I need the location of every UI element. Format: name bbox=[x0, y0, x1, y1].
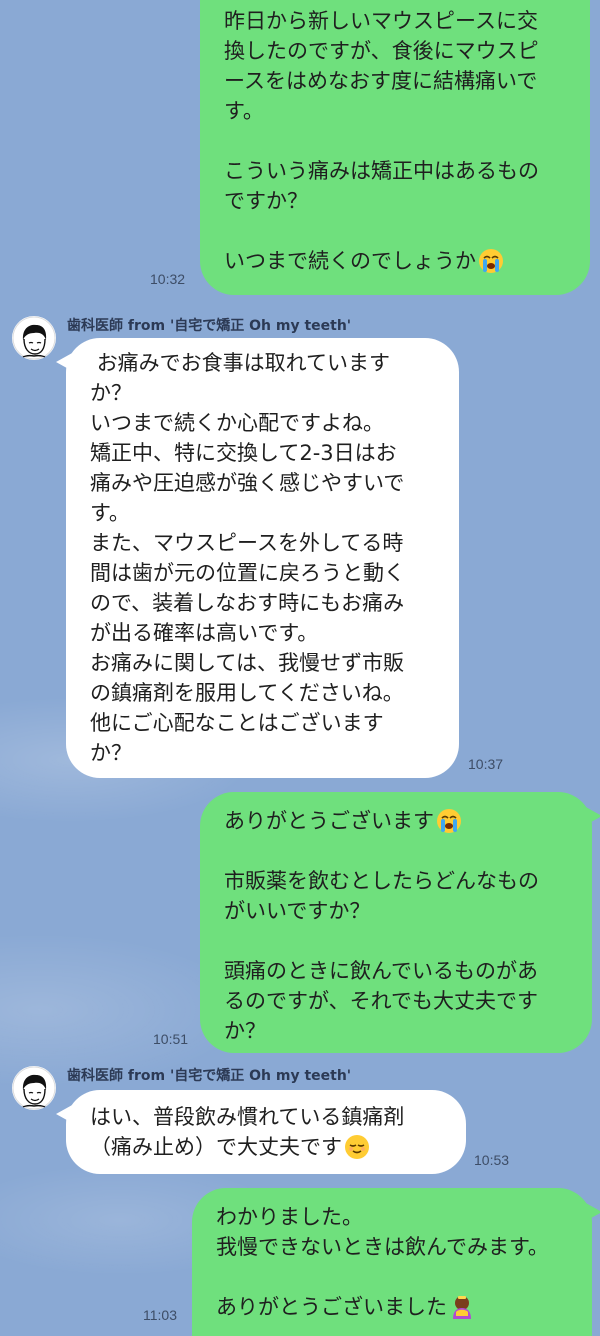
bubble-tail bbox=[584, 806, 600, 826]
message-timestamp: 11:03 bbox=[143, 1307, 177, 1323]
loudly-crying-face-emoji bbox=[437, 809, 461, 833]
sender-name: 歯科医師 from '自宅で矯正 Oh my teeth' bbox=[67, 1068, 352, 1084]
message-timestamp: 10:53 bbox=[474, 1152, 510, 1168]
relieved-face-emoji bbox=[345, 1135, 369, 1159]
outgoing-message-bubble[interactable]: 昨日から新しいマウスピースに交 換したのですが、食後にマウスピ ースをはめなおす… bbox=[200, 0, 590, 295]
avatar-illustration bbox=[12, 316, 56, 360]
message-text: 昨日から新しいマウスピースに交 換したのですが、食後にマウスピ ースをはめなおす… bbox=[224, 9, 539, 273]
dentist-avatar[interactable] bbox=[12, 316, 56, 360]
bubble-tail bbox=[56, 352, 74, 372]
dentist-avatar[interactable] bbox=[12, 1066, 56, 1110]
message-text-continued: 市販薬を飲むとしたらどんなもの がいいですか？ 頭痛のときに飲んでいるものがあ … bbox=[224, 869, 539, 1043]
message-timestamp: 10:51 bbox=[153, 1031, 189, 1047]
message-text: ありがとうございます bbox=[224, 809, 434, 833]
message-timestamp: 10:37 bbox=[468, 756, 504, 772]
bubble-tail bbox=[56, 1104, 74, 1124]
outgoing-message-bubble[interactable]: わかりました。 我慢できないときは飲んでみます。 ありがとうございました bbox=[192, 1188, 600, 1336]
message-timestamp: 10:32 bbox=[150, 271, 186, 287]
avatar-illustration bbox=[12, 1066, 56, 1110]
bubble-tail bbox=[584, 1202, 600, 1222]
loudly-crying-face-emoji bbox=[479, 249, 503, 273]
message-text: わかりました。 我慢できないときは飲んでみます。 ありがとうございました bbox=[216, 1205, 549, 1319]
incoming-message-bubble[interactable]: お痛みでお食事は取れています か？ いつまで続くか心配ですよね。 矯正中、特に交… bbox=[56, 338, 459, 778]
outgoing-message-bubble[interactable]: ありがとうございます 市販薬を飲むとしたらどんなもの がいいですか？ 頭痛のとき… bbox=[200, 792, 600, 1053]
sender-name: 歯科医師 from '自宅で矯正 Oh my teeth' bbox=[67, 318, 352, 334]
bowing-person-emoji bbox=[453, 1296, 471, 1319]
message-text: お痛みでお食事は取れています か？ いつまで続くか心配ですよね。 矯正中、特に交… bbox=[90, 351, 405, 765]
incoming-message-bubble[interactable]: はい、普段飲み慣れている鎮痛剤 （痛み止め）で大丈夫です bbox=[56, 1090, 466, 1174]
